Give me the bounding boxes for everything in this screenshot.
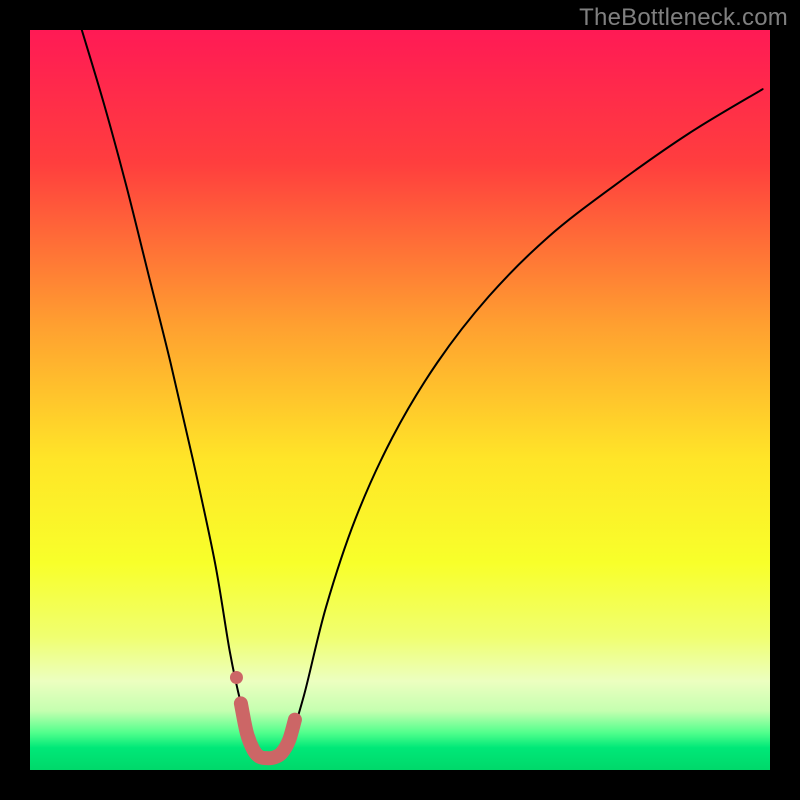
plot-area — [30, 30, 770, 770]
bottleneck-curve — [82, 30, 763, 757]
watermark-text: TheBottleneck.com — [579, 4, 788, 32]
optimal-marker-band — [241, 703, 295, 758]
chart-container: TheBottleneck.com — [0, 0, 800, 800]
marker-dot — [230, 671, 243, 684]
curve-layer — [30, 30, 770, 770]
